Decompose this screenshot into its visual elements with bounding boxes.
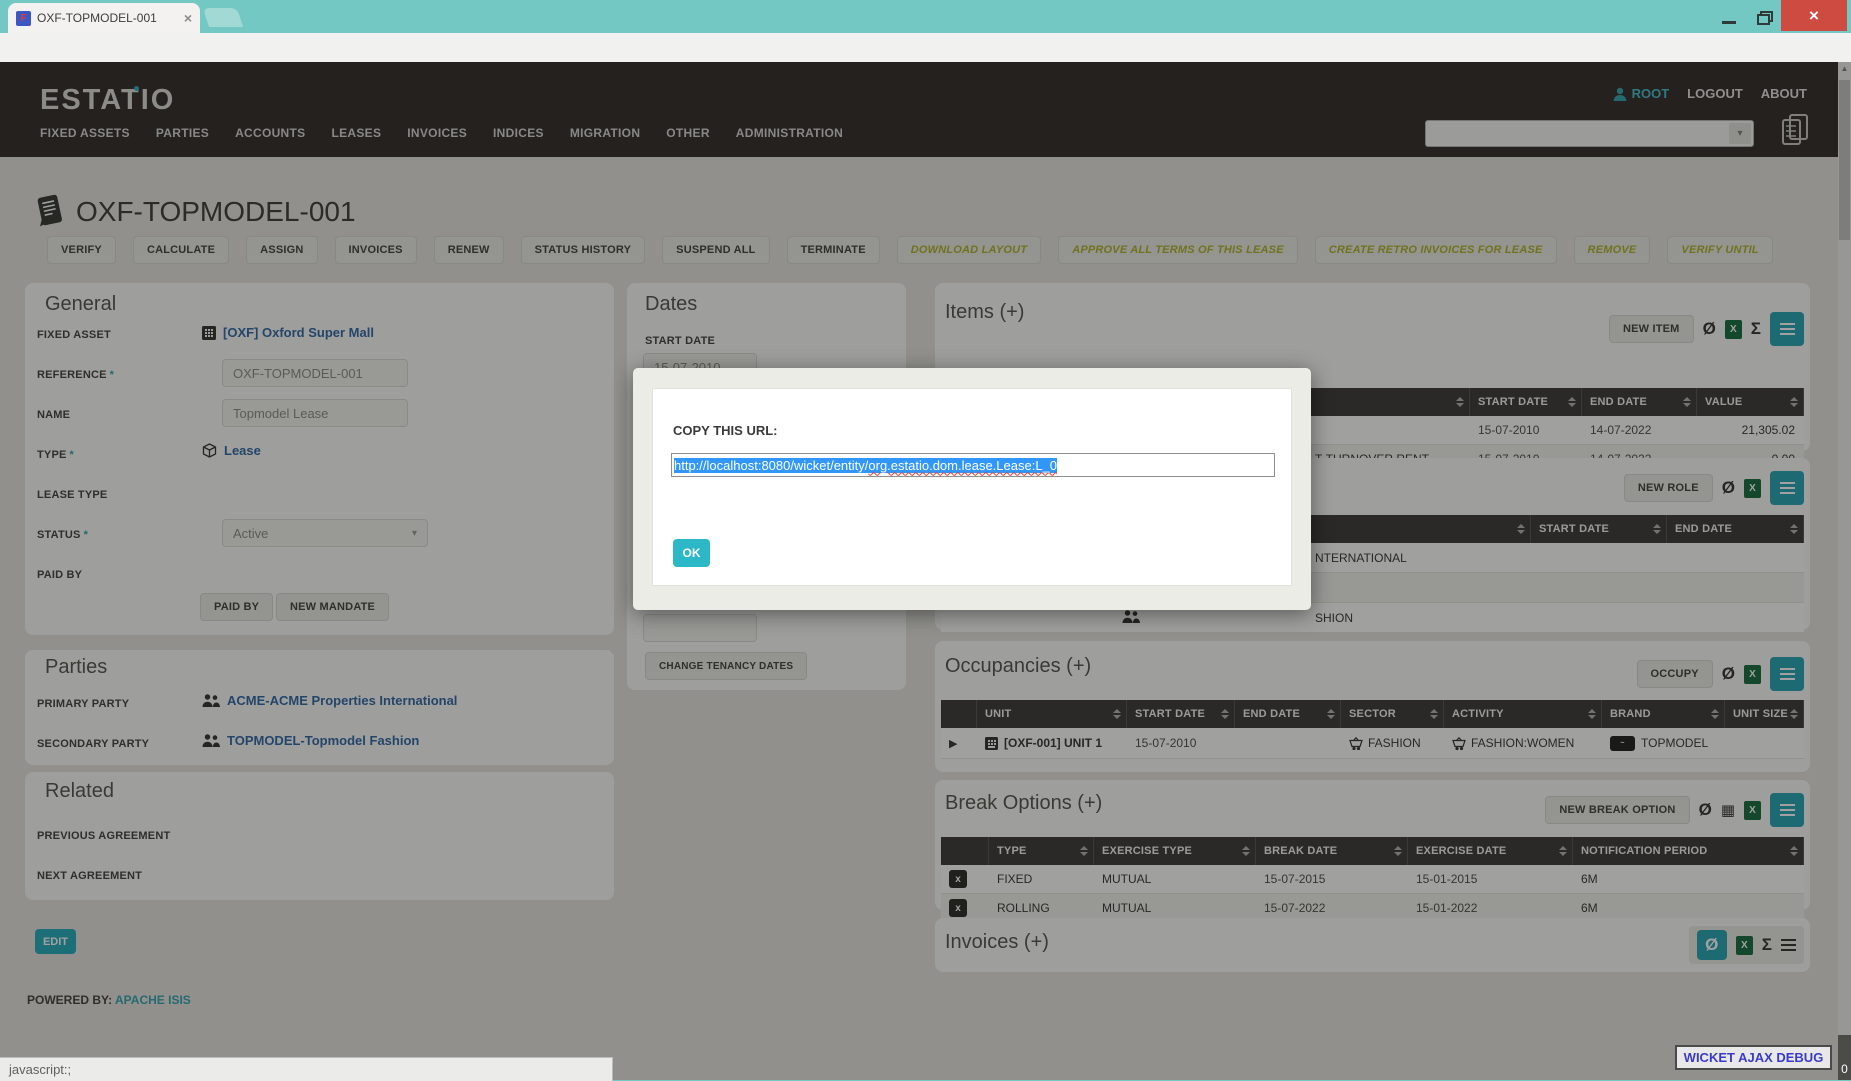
browser-titlebar: F OXF-TOPMODEL-001 × ×: [0, 0, 1851, 33]
copy-url-label: COPY THIS URL:: [673, 423, 778, 438]
browser-tab[interactable]: F OXF-TOPMODEL-001 ×: [8, 3, 200, 33]
browser-addressbar: ← → ↻ ⌂ localhost:8080/wicket/entity/org…: [0, 33, 1851, 63]
dialog-content: COPY THIS URL: http://localhost:8080/wic…: [652, 388, 1292, 586]
window-maximize-button[interactable]: [1750, 8, 1780, 28]
ok-button[interactable]: OK: [673, 539, 710, 567]
browser-status-bubble: javascript:;: [0, 1057, 613, 1081]
copy-url-dialog: COPY THIS URL: http://localhost:8080/wic…: [633, 368, 1311, 610]
new-tab-button[interactable]: [203, 8, 243, 27]
url-copy-input[interactable]: http://localhost:8080/wicket/entity/org.…: [671, 453, 1275, 477]
tab-close-icon[interactable]: ×: [184, 11, 192, 25]
tab-title: OXF-TOPMODEL-001: [37, 11, 180, 25]
window-close-button[interactable]: ×: [1781, 0, 1847, 31]
window-minimize-button[interactable]: [1712, 8, 1746, 28]
ajax-counter-badge: 0: [1838, 1035, 1851, 1080]
wicket-ajax-debug-link[interactable]: WICKET AJAX DEBUG: [1675, 1045, 1832, 1070]
favicon-icon: F: [16, 11, 31, 26]
